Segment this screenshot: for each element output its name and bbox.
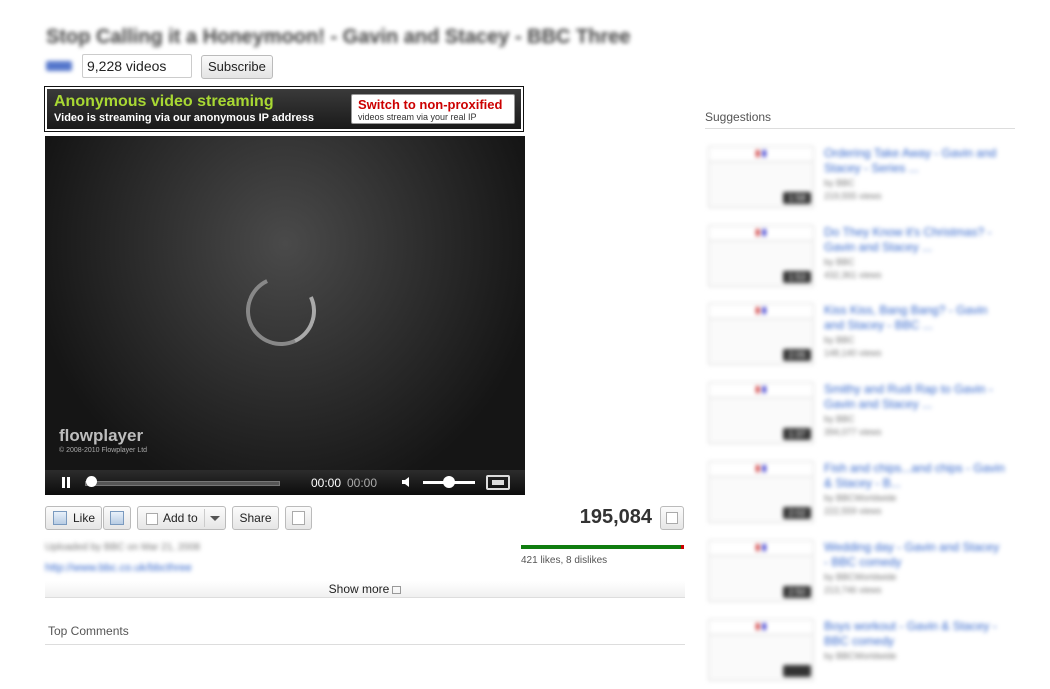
suggestion-views: 394,077 views	[824, 427, 882, 437]
chevron-down-icon[interactable]	[210, 516, 220, 521]
like-label: Like	[73, 511, 96, 525]
suggestion-title[interactable]: Fish and chips...and chips - Gavin & Sta…	[824, 461, 1006, 491]
like-ratio-fill	[521, 545, 681, 549]
player-copyright: © 2008-2010 Flowplayer Ltd	[59, 447, 148, 454]
suggestion-item[interactable]: 1:37 Smithy and Rudi Rap to Gavin - Gavin…	[708, 382, 1018, 452]
divider	[45, 644, 685, 645]
suggestion-views: 219,555 views	[824, 191, 882, 201]
top-comments-heading: Top Comments	[48, 624, 129, 638]
duration-badge: 2:05	[783, 349, 811, 361]
scrubber-handle[interactable]	[86, 476, 97, 487]
suggestion-item[interactable]: 1:53 Do They Know it's Christmas? - Gavin…	[708, 225, 1018, 295]
duration-badge: 1:53	[783, 271, 811, 283]
duration-badge: 1:37	[783, 428, 811, 440]
flag-icon	[292, 511, 305, 525]
divider	[705, 128, 1015, 129]
volume-handle[interactable]	[443, 476, 455, 488]
subscribe-button[interactable]: Subscribe	[201, 55, 273, 79]
time-current: 00:00	[311, 476, 342, 490]
expand-icon	[392, 585, 402, 594]
suggestion-title[interactable]: Kiss Kiss, Bang Bang? - Gavin and Stacey…	[824, 303, 1006, 333]
switch-proxy-subtitle: videos stream via your real IP	[358, 112, 477, 122]
flag-icon	[756, 386, 766, 393]
suggestion-thumbnail[interactable]: 1:53	[708, 225, 814, 287]
proxy-banner-inner: Anonymous video streaming Video is strea…	[47, 89, 521, 129]
duration-badge	[783, 665, 811, 677]
add-to-divider	[204, 509, 205, 527]
progress-scrubber[interactable]	[85, 481, 280, 486]
suggestion-author: by BBCWorldwide	[824, 572, 897, 582]
suggestion-author: by BBCWorldwide	[824, 651, 897, 661]
flag-button[interactable]	[285, 506, 312, 530]
show-more-button[interactable]: Show more	[45, 581, 685, 598]
flag-icon	[756, 544, 766, 551]
flag-icon	[756, 465, 766, 472]
show-more-label: Show more	[328, 582, 390, 596]
stats-button[interactable]	[660, 506, 684, 530]
proxy-banner: Anonymous video streaming Video is strea…	[44, 86, 524, 132]
suggestion-thumbnail[interactable]	[708, 619, 814, 681]
video-player[interactable]: flowplayer © 2008-2010 Flowplayer Ltd 00…	[45, 136, 525, 495]
suggestion-thumbnail[interactable]: 2:02	[708, 461, 814, 523]
suggestion-item[interactable]: 2:50 Wedding day - Gavin and Stacey - BBC…	[708, 540, 1018, 610]
thumbs-down-icon	[110, 511, 124, 525]
suggestion-thumbnail[interactable]: 2:50	[708, 540, 814, 602]
share-button[interactable]: Share	[232, 506, 279, 530]
switch-proxy-title: Switch to non-proxified	[358, 97, 503, 112]
suggestion-views: 222,559 views	[824, 506, 882, 516]
suggestion-thumbnail[interactable]: 2:05	[708, 303, 814, 365]
like-button[interactable]: Like	[45, 506, 102, 530]
suggestion-views: 432,361 views	[824, 270, 882, 280]
suggestion-item[interactable]: 2:05 Kiss Kiss, Bang Bang? - Gavin and St…	[708, 303, 1018, 373]
suggestions-heading: Suggestions	[705, 110, 772, 124]
time-total: 00:00	[347, 476, 378, 490]
duration-badge: 2:50	[783, 586, 811, 598]
player-brand: flowplayer	[59, 426, 144, 445]
flag-icon	[756, 307, 766, 314]
suggestion-views: 213,746 views	[824, 585, 882, 595]
suggestion-author: by BBC	[824, 335, 855, 345]
channel-logo[interactable]	[46, 61, 72, 71]
suggestion-views: 148,140 views	[824, 348, 882, 358]
like-ratio-bar	[521, 545, 684, 549]
suggestion-author: by BBC	[824, 178, 855, 188]
description-link[interactable]: http://www.bbc.co.uk/bbcthree	[45, 562, 192, 574]
page-title: Stop Calling it a Honeymoon! - Gavin and…	[46, 26, 631, 48]
suggestion-title[interactable]: Wedding day - Gavin and Stacey - BBC com…	[824, 540, 1006, 570]
player-controls: 00:00 00:00	[45, 470, 525, 495]
volume-icon[interactable]	[401, 476, 413, 488]
proxy-banner-subtitle: Video is streaming via our anonymous IP …	[54, 112, 315, 124]
suggestion-thumbnail[interactable]: 1:58	[708, 146, 814, 208]
suggestion-author: by BBC	[824, 257, 855, 267]
suggestion-title[interactable]: Do They Know it's Christmas? - Gavin and…	[824, 225, 1006, 255]
flag-icon	[756, 623, 766, 630]
suggestion-item[interactable]: Boys workout - Gavin & Stacey - BBC come…	[708, 619, 1018, 689]
suggestion-title[interactable]: Ordering Take Away - Gavin and Stacey - …	[824, 146, 1006, 176]
duration-badge: 2:02	[783, 507, 811, 519]
view-count: 195,084	[579, 506, 652, 528]
upload-info: Uploaded by BBC on Mar 21, 2008	[45, 542, 201, 553]
suggestion-title[interactable]: Boys workout - Gavin & Stacey - BBC come…	[824, 619, 1006, 649]
add-to-button[interactable]: Add to	[137, 506, 226, 530]
thumbs-up-icon	[53, 511, 67, 525]
flag-icon	[756, 229, 766, 236]
pause-icon[interactable]	[59, 476, 73, 489]
likes-dislikes-text: 421 likes, 8 dislikes	[521, 555, 608, 566]
add-to-checkbox-icon	[146, 513, 158, 525]
suggestion-item[interactable]: 2:02 Fish and chips...and chips - Gavin &…	[708, 461, 1018, 531]
flag-icon	[756, 150, 766, 157]
dislike-button[interactable]	[103, 506, 131, 530]
suggestion-item[interactable]: 1:58 Ordering Take Away - Gavin and Stace…	[708, 146, 1018, 216]
suggestion-title[interactable]: Smithy and Rudi Rap to Gavin - Gavin and…	[824, 382, 1006, 412]
proxy-banner-title: Anonymous video streaming	[54, 93, 274, 110]
suggestion-author: by BBCWorldwide	[824, 493, 897, 503]
duration-badge: 1:58	[783, 192, 811, 204]
video-count: 9,228 videos	[82, 54, 192, 78]
suggestion-thumbnail[interactable]: 1:37	[708, 382, 814, 444]
loading-spinner-icon	[236, 266, 326, 356]
switch-proxy-button[interactable]: Switch to non-proxified videos stream vi…	[351, 94, 515, 124]
add-to-label: Add to	[163, 511, 198, 525]
suggestion-author: by BBC	[824, 414, 855, 424]
fullscreen-icon[interactable]	[486, 475, 510, 490]
